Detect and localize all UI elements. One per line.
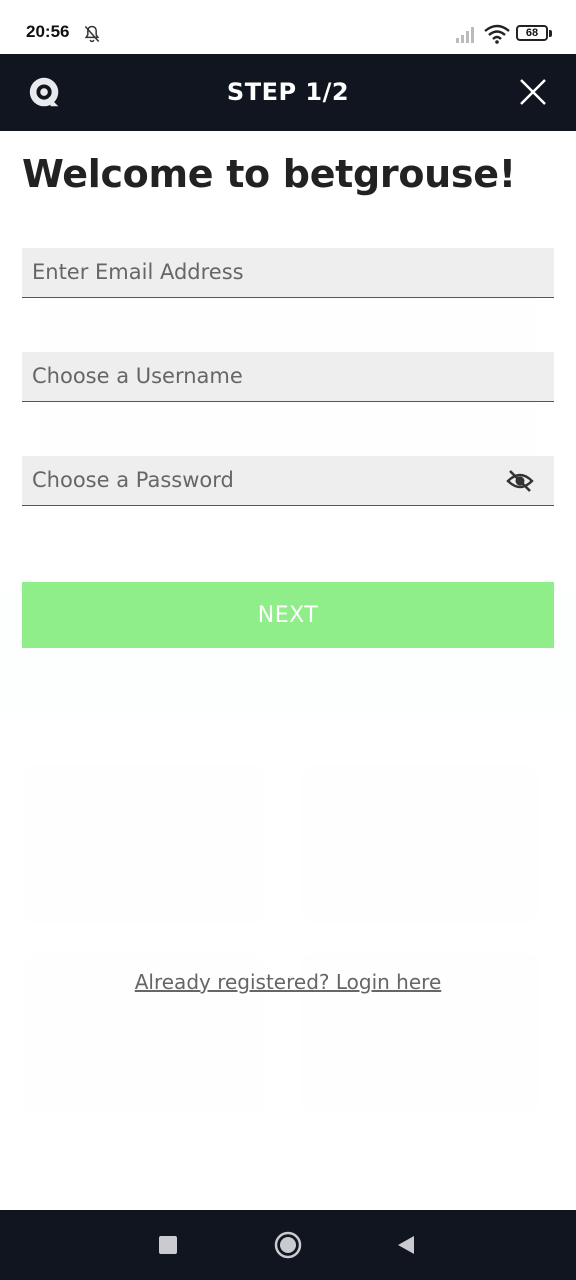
modal-header: STEP 1/2: [0, 54, 576, 131]
close-icon[interactable]: [518, 77, 548, 107]
home-icon[interactable]: [274, 1231, 302, 1259]
back-icon[interactable]: [396, 1235, 416, 1255]
bell-off-icon: [84, 25, 100, 43]
status-bar: 20:56 68: [0, 0, 576, 54]
username-field[interactable]: [22, 352, 492, 400]
step-title: STEP 1/2: [226, 78, 350, 106]
welcome-heading: Welcome to betgrouse!: [22, 152, 516, 196]
password-field-container: [22, 456, 554, 506]
email-field[interactable]: [22, 248, 492, 296]
wifi-icon: [484, 24, 510, 44]
battery-icon: 68: [516, 25, 548, 41]
status-time: 20:56: [26, 22, 70, 41]
username-field-container: [22, 352, 554, 402]
login-link[interactable]: Already registered? Login here: [0, 970, 576, 994]
close-button[interactable]: [510, 70, 556, 116]
signal-icon: [456, 27, 474, 43]
recent-apps-icon[interactable]: [159, 1236, 177, 1254]
battery-tip: [549, 30, 552, 37]
eye-off-icon[interactable]: [506, 468, 534, 494]
next-button[interactable]: NEXT: [22, 582, 554, 648]
password-field[interactable]: [22, 456, 492, 504]
email-field-container: [22, 248, 554, 298]
